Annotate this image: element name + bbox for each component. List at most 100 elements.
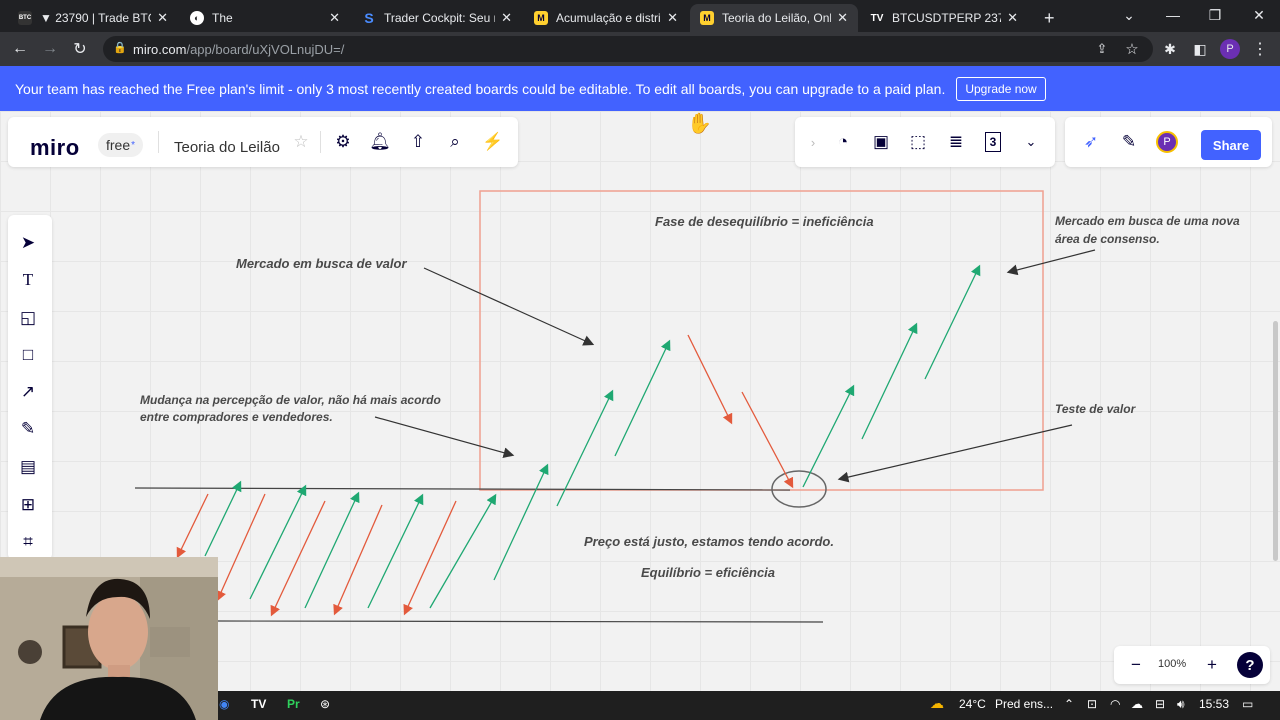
- fair-price-note[interactable]: Preço está justo, estamos tendo acordo.: [584, 534, 834, 550]
- plan-badge[interactable]: free *: [98, 133, 144, 157]
- tab-title: ▼ 23790 | Trade BTCU: [40, 11, 151, 25]
- miro-favicon-icon: M: [534, 11, 548, 25]
- minimize-icon[interactable]: —: [1150, 0, 1196, 30]
- wifi-icon[interactable]: ◠: [1110, 697, 1120, 711]
- expand-chevron-icon[interactable]: ›: [801, 130, 825, 154]
- close-window-icon[interactable]: ✕: [1236, 0, 1280, 30]
- globe-favicon-icon: ◐: [190, 11, 204, 25]
- value-test-ellipse: [771, 470, 827, 508]
- notifications-bell-icon[interactable]: 🔔︎: [368, 130, 392, 154]
- board-title[interactable]: Teoria do Leilão: [174, 139, 280, 156]
- browser-tab[interactable]: TV BTCUSDTPERP 23794. ✕: [860, 4, 1028, 32]
- frames-counter-icon[interactable]: 3: [985, 132, 1001, 152]
- equilibrium-note[interactable]: Equilíbrio = eficiência: [641, 565, 775, 581]
- tab-title: Teoria do Leilão, Onli: [722, 11, 832, 25]
- reload-icon[interactable]: ↻: [70, 39, 90, 59]
- settings-gear-icon[interactable]: ⚙: [331, 130, 355, 154]
- imbalance-frame: [479, 190, 1044, 491]
- comment-icon[interactable]: ▤: [16, 455, 40, 479]
- close-tab-icon[interactable]: ✕: [329, 10, 340, 26]
- browser-tab-strip: BTC ▼ 23790 | Trade BTCU ✕ ◐ The ✕ S Tra…: [0, 0, 1280, 32]
- red-arrow: [270, 500, 326, 617]
- arrow-tool-icon[interactable]: ↗: [16, 380, 40, 404]
- more-chevron-icon[interactable]: ⌄: [1019, 130, 1043, 154]
- volume-icon[interactable]: 🔊︎: [1177, 697, 1185, 712]
- forward-icon[interactable]: →: [40, 39, 60, 59]
- collaboration-toolbar: › ◔ ▣ ⬚ ≣ 3 ⌄: [795, 117, 1055, 167]
- app-taskbar-icon[interactable]: ⊛: [320, 697, 330, 711]
- vertical-scrollbar[interactable]: [1273, 321, 1278, 561]
- timer-icon[interactable]: ◔: [831, 130, 855, 154]
- profit-taskbar-icon[interactable]: Pr: [287, 697, 300, 711]
- tradingview-taskbar-icon[interactable]: TV: [251, 697, 266, 711]
- text-icon[interactable]: T: [16, 268, 40, 292]
- plugin-icon[interactable]: ⚡: [481, 130, 505, 154]
- new-area-note-line2[interactable]: área de consenso.: [1055, 231, 1160, 247]
- present-icon[interactable]: ⬚: [906, 130, 930, 154]
- shape-icon[interactable]: □: [16, 343, 40, 367]
- weather-text[interactable]: Pred ens...: [995, 697, 1053, 711]
- sticky-note-icon[interactable]: ◱: [16, 306, 40, 330]
- address-bar[interactable]: 🔒 miro.com/app/board/uXjVOLnujDU=/: [103, 36, 1153, 62]
- lock-icon: 🔒: [113, 42, 127, 54]
- value-test-note[interactable]: Teste de valor: [1055, 401, 1135, 417]
- video-chat-icon[interactable]: ▣: [869, 130, 893, 154]
- crop-icon[interactable]: ⌗: [16, 530, 40, 554]
- profile-avatar[interactable]: P: [1220, 39, 1240, 59]
- share-page-icon[interactable]: ⇪: [1092, 39, 1112, 59]
- tray-app-icon[interactable]: ⊡: [1087, 697, 1097, 711]
- restore-icon[interactable]: ❐: [1192, 0, 1238, 30]
- browser-tab[interactable]: ◐ The ✕: [180, 4, 350, 32]
- attention-cursor-icon[interactable]: ➶: [1079, 130, 1103, 154]
- side-panel-icon[interactable]: ◧: [1190, 39, 1210, 59]
- tab-search-icon[interactable]: ⌄: [1106, 0, 1152, 30]
- weather-temp[interactable]: 24°C: [959, 697, 986, 711]
- left-toolbar: ➤ T ◱ □ ↗ ✎ ▤ ⊞ ⌗: [8, 215, 52, 560]
- browser-tab-active[interactable]: M Teoria do Leilão, Onli ✕: [690, 4, 858, 32]
- value-change-note-line1[interactable]: Mudança na percepção de valor, não há ma…: [140, 392, 441, 408]
- clock[interactable]: 15:53: [1199, 697, 1229, 711]
- notes-icon[interactable]: ≣: [944, 130, 968, 154]
- chrome-taskbar-icon[interactable]: ◉: [219, 697, 229, 711]
- user-avatar[interactable]: P: [1156, 131, 1178, 153]
- new-area-note-line1[interactable]: Mercado em busca de uma nova: [1055, 213, 1240, 229]
- cloud-icon[interactable]: ☁: [1131, 697, 1143, 711]
- new-tab-button[interactable]: +: [1034, 4, 1064, 32]
- miro-logo[interactable]: miro: [30, 135, 80, 161]
- close-tab-icon[interactable]: ✕: [667, 10, 678, 26]
- cursor-icon[interactable]: ➤: [16, 231, 40, 255]
- reactions-icon[interactable]: ✎: [1117, 130, 1141, 154]
- frame-icon[interactable]: ⊞: [16, 493, 40, 517]
- browser-tab[interactable]: S Trader Cockpit: Seu n ✕: [352, 4, 522, 32]
- search-icon[interactable]: ⌕: [443, 130, 467, 154]
- market-value-note[interactable]: Mercado em busca de valor: [236, 256, 407, 272]
- tray-chevron-icon[interactable]: ⌃: [1064, 697, 1074, 711]
- star-icon[interactable]: ☆: [289, 130, 313, 154]
- help-button[interactable]: ?: [1237, 652, 1263, 678]
- close-tab-icon[interactable]: ✕: [837, 10, 848, 26]
- menu-dots-icon[interactable]: ⋮: [1250, 39, 1270, 59]
- value-change-note-line2[interactable]: entre compradores e vendedores.: [140, 409, 333, 425]
- tab-title: The: [212, 11, 233, 25]
- extensions-icon[interactable]: ✱: [1160, 39, 1180, 59]
- close-tab-icon[interactable]: ✕: [157, 10, 168, 26]
- export-upload-icon[interactable]: ⇧: [406, 130, 430, 154]
- back-icon[interactable]: ←: [10, 39, 30, 59]
- upgrade-now-button[interactable]: Upgrade now: [956, 76, 1046, 101]
- browser-tab[interactable]: BTC ▼ 23790 | Trade BTCU ✕: [8, 4, 178, 32]
- zoom-level[interactable]: 100%: [1158, 658, 1186, 670]
- pen-icon[interactable]: ✎: [16, 417, 40, 441]
- divider: [320, 131, 321, 153]
- bookmark-star-icon[interactable]: ☆: [1122, 39, 1142, 59]
- zoom-out-icon[interactable]: −: [1124, 653, 1148, 677]
- share-button[interactable]: Share: [1201, 130, 1261, 160]
- zoom-in-icon[interactable]: +: [1200, 653, 1224, 677]
- close-tab-icon[interactable]: ✕: [501, 10, 512, 26]
- weather-icon[interactable]: ☁: [930, 695, 944, 712]
- network-icon[interactable]: ⊟: [1155, 697, 1165, 711]
- close-tab-icon[interactable]: ✕: [1007, 10, 1018, 26]
- browser-tab[interactable]: M Acumulação e distribu ✕: [524, 4, 688, 32]
- notifications-icon[interactable]: ▭: [1242, 697, 1253, 711]
- tab-title: Acumulação e distribu: [556, 11, 661, 25]
- phase-note[interactable]: Fase de desequilíbrio = ineficiência: [655, 214, 874, 230]
